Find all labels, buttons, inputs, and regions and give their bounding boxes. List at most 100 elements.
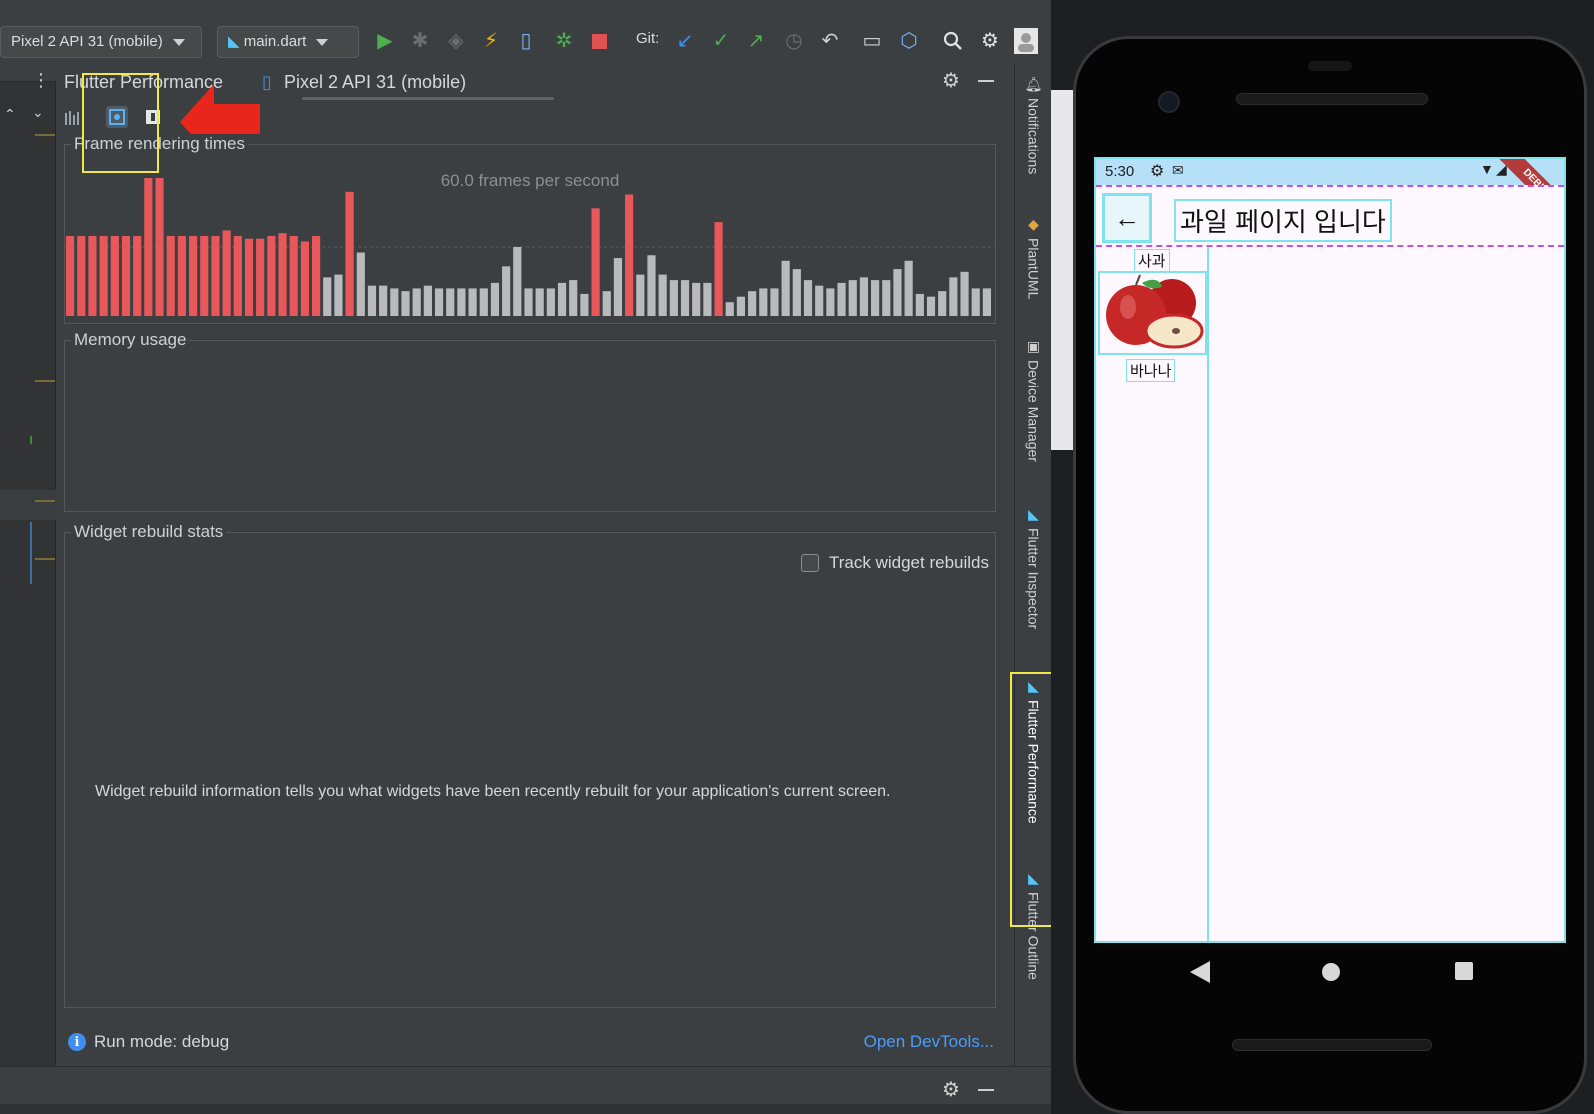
frame-bar[interactable] — [803, 280, 813, 316]
nav-home-icon[interactable] — [1320, 961, 1344, 985]
frame-bar[interactable] — [468, 288, 477, 316]
side-item-plantuml[interactable]: ◆ PlantUML — [1015, 216, 1052, 299]
frame-bar[interactable] — [792, 269, 801, 316]
frame-bar[interactable] — [602, 291, 611, 316]
frame-bar[interactable] — [669, 280, 678, 316]
frame-bar[interactable] — [703, 282, 712, 316]
frame-bar[interactable] — [781, 260, 790, 316]
settings-icon[interactable]: ⚙ — [942, 68, 960, 93]
frame-bar[interactable] — [446, 288, 455, 316]
frame-bar[interactable] — [613, 258, 623, 316]
frame-bar[interactable] — [457, 288, 466, 316]
fruit-label-apple[interactable]: 사과 — [1134, 249, 1170, 272]
settings-icon[interactable]: ⚙ — [942, 1077, 960, 1102]
frame-bar[interactable] — [267, 235, 276, 316]
frame-bar[interactable] — [714, 222, 723, 316]
history-icon[interactable]: ◷ — [781, 28, 807, 54]
frame-bar[interactable] — [815, 285, 824, 316]
frame-bar[interactable] — [513, 247, 522, 316]
frame-bar[interactable] — [882, 280, 891, 316]
frame-bar[interactable] — [848, 280, 857, 316]
search-icon[interactable] — [940, 28, 966, 54]
frame-bar[interactable] — [524, 288, 533, 316]
frame-bar[interactable] — [110, 235, 119, 316]
stop-icon[interactable] — [586, 28, 612, 54]
frame-bar[interactable] — [636, 274, 645, 316]
side-item-notifications[interactable]: 🔔︎ Notifications — [1015, 76, 1052, 174]
frame-bar[interactable] — [77, 235, 86, 316]
device-mirror-icon[interactable]: ▭ — [859, 28, 885, 54]
git-push-icon[interactable]: ↗ — [743, 28, 769, 54]
coverage-icon[interactable]: ◈ — [443, 28, 469, 54]
frame-bar[interactable] — [960, 271, 969, 316]
frame-bar[interactable] — [222, 230, 231, 316]
frame-bar[interactable] — [311, 235, 321, 316]
frame-bar[interactable] — [837, 282, 846, 316]
frame-bar[interactable] — [569, 280, 578, 316]
chevron-up-icon[interactable]: ⌃ — [4, 106, 16, 123]
fruit-label-banana[interactable]: 바나나 — [1126, 359, 1176, 382]
device-selector[interactable]: Pixel 2 API 31 (mobile) — [0, 26, 202, 58]
frame-bar[interactable] — [99, 235, 108, 316]
run-icon[interactable]: ▶ — [372, 28, 398, 54]
frame-bar[interactable] — [759, 288, 768, 316]
frame-bar[interactable] — [580, 293, 589, 316]
frame-bar[interactable] — [949, 277, 958, 316]
frame-bar[interactable] — [591, 208, 600, 316]
frame-bar[interactable] — [379, 285, 388, 316]
frame-bar[interactable] — [915, 293, 924, 316]
frame-bar[interactable] — [859, 277, 869, 316]
back-arrow-icon[interactable]: ← — [1102, 193, 1152, 243]
frame-bar[interactable] — [345, 191, 354, 316]
git-update-icon[interactable]: ↙ — [672, 28, 698, 54]
frame-bar[interactable] — [982, 288, 991, 316]
frame-bar[interactable] — [200, 235, 209, 316]
frame-bar[interactable] — [390, 288, 399, 316]
hot-restart-icon[interactable]: ▯ — [513, 28, 539, 54]
more-options-icon[interactable]: ⋮ — [32, 70, 50, 91]
frame-bar[interactable] — [233, 235, 242, 316]
frame-bar[interactable] — [121, 235, 131, 316]
frame-bar[interactable] — [423, 285, 432, 316]
performance-overlay-icon[interactable] — [62, 106, 84, 128]
frame-bar[interactable] — [256, 238, 265, 316]
sdk-manager-icon[interactable]: ⬡ — [896, 28, 922, 54]
nav-back-icon[interactable] — [1190, 961, 1214, 985]
frame-bar[interactable] — [479, 288, 488, 316]
git-commit-icon[interactable]: ✓ — [708, 28, 734, 54]
frame-bar[interactable] — [155, 178, 164, 316]
nav-recents-icon[interactable] — [1454, 961, 1478, 985]
frame-bar[interactable] — [401, 291, 410, 316]
chevron-down-icon[interactable]: ⌄ — [32, 104, 44, 121]
frame-bar[interactable] — [300, 241, 309, 316]
minimize-icon[interactable] — [978, 80, 994, 82]
frame-bar[interactable] — [133, 235, 142, 316]
frame-bar[interactable] — [367, 285, 377, 316]
side-item-flutter-inspector[interactable]: ◣ Flutter Inspector — [1015, 506, 1052, 629]
attach-debugger-icon[interactable]: ✲ — [551, 28, 577, 54]
frame-bar[interactable] — [904, 260, 913, 316]
frame-bar[interactable] — [289, 235, 298, 316]
frame-bar[interactable] — [680, 280, 690, 316]
frame-bar[interactable] — [334, 274, 343, 316]
frame-bar[interactable] — [557, 282, 567, 316]
frame-bar[interactable] — [88, 235, 97, 316]
open-devtools-link[interactable]: Open DevTools... — [864, 1032, 994, 1052]
frame-bar[interactable] — [412, 288, 421, 316]
frame-bar[interactable] — [244, 238, 254, 316]
frame-bar[interactable] — [177, 235, 186, 316]
run-config-selector[interactable]: ◣ main.dart — [217, 26, 359, 58]
frame-bar[interactable] — [278, 233, 287, 316]
frame-bar[interactable] — [535, 288, 544, 316]
frame-bar[interactable] — [938, 291, 947, 316]
frame-bar[interactable] — [434, 288, 444, 316]
frame-bar[interactable] — [356, 252, 365, 316]
side-item-device-manager[interactable]: ▣ Device Manager — [1015, 338, 1052, 462]
frame-bar[interactable] — [871, 280, 880, 316]
rollback-icon[interactable]: ↶ — [817, 28, 843, 54]
settings-icon[interactable]: ⚙ — [977, 28, 1003, 54]
frame-bar[interactable] — [736, 296, 746, 316]
frame-bar[interactable] — [323, 277, 332, 316]
frame-bar[interactable] — [188, 235, 198, 316]
tab-device[interactable]: Pixel 2 API 31 (mobile) — [284, 72, 466, 93]
